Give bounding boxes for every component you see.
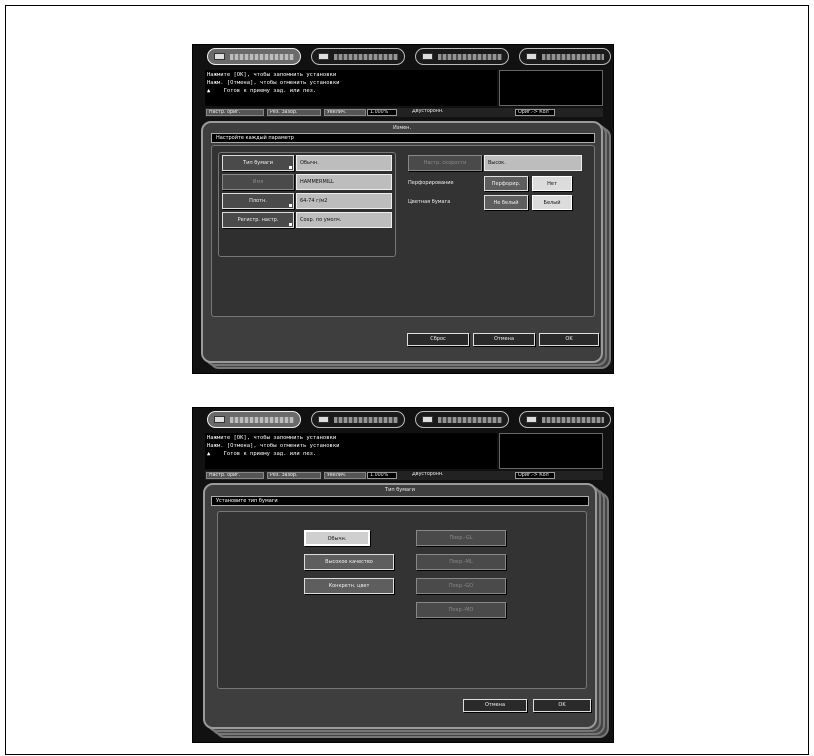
punch-value: Нет xyxy=(532,176,572,191)
message-area: Нажмите [OK], чтобы запомнить установки … xyxy=(205,70,497,106)
message-status-text: Готов к приему зад. или пез. xyxy=(223,451,317,457)
mode-tabs xyxy=(197,411,611,428)
tab-label xyxy=(438,54,502,60)
status-field: Двусторонн. xyxy=(412,472,444,477)
coated-ml-button[interactable]: Покр.-ML xyxy=(416,554,506,570)
warning-icon: ▲ xyxy=(207,451,211,457)
copy-icon xyxy=(214,416,225,423)
message-line: Нажм. [Отмена], чтобы отменить установки xyxy=(207,443,340,449)
copy-icon xyxy=(214,53,225,60)
machine-icon xyxy=(526,53,537,60)
zoom-readout: 1.000% xyxy=(367,109,397,116)
status-field: Увелич. xyxy=(324,472,366,479)
store-icon xyxy=(422,53,433,60)
name-button[interactable]: Имя xyxy=(222,174,294,190)
instruction-bar: Настройте каждый параметр xyxy=(211,133,595,143)
zoom-readout: 1.000% xyxy=(367,472,397,479)
high-quality-button[interactable]: Высокое качество xyxy=(304,554,394,570)
message-line: ▲ Готов к приему зад. или пез. xyxy=(207,87,495,95)
paper-type-selection-area: Обычн. Высокое качество Конкретн. цвет П… xyxy=(217,511,587,689)
page-frame: Нажмите [OK], чтобы запомнить установки … xyxy=(5,5,809,755)
status-field: Рез. Зазор. xyxy=(267,109,321,116)
ok-button[interactable]: OK xyxy=(533,699,591,712)
color-paper-label: Цветная бумага xyxy=(408,199,451,205)
tab-copy[interactable] xyxy=(207,411,301,428)
coated-mo-button[interactable]: Покр.-MO xyxy=(416,602,506,618)
tab-label xyxy=(230,417,294,423)
message-area: Нажмите [OK], чтобы запомнить установки … xyxy=(205,433,497,469)
tab-machine[interactable] xyxy=(519,48,611,65)
paper-type-button[interactable]: Тип бумаги xyxy=(222,155,294,171)
tab-scan[interactable] xyxy=(311,411,405,428)
status-field: Двусторонн. xyxy=(412,109,444,114)
cancel-button[interactable]: Отмена xyxy=(463,699,527,712)
tab-label xyxy=(334,417,398,423)
registration-value: Сохр. по умолч. xyxy=(296,212,392,228)
tab-store[interactable] xyxy=(415,48,509,65)
status-field: Рез. Зазор. xyxy=(267,472,321,479)
weight-value: 64-74 г/м2 xyxy=(296,193,392,209)
scan-icon xyxy=(318,416,329,423)
tab-label xyxy=(542,417,604,423)
mode-tabs xyxy=(197,48,611,65)
cancel-button[interactable]: Отмена xyxy=(473,333,535,346)
plain-paper-button[interactable]: Обычн. xyxy=(304,530,370,546)
tab-label xyxy=(438,417,502,423)
status-field: Увелич. xyxy=(324,109,366,116)
color-paper-value: Белый xyxy=(532,195,572,210)
tab-label xyxy=(542,54,604,60)
paper-type-card: Тип бумаги Установите тип бумаги Обычн. … xyxy=(203,483,597,729)
tab-store[interactable] xyxy=(415,411,509,428)
card-title: Измен. xyxy=(392,125,412,131)
paper-type-value: Обычн. xyxy=(296,155,392,171)
registration-button[interactable]: Регистр. настр. xyxy=(222,212,294,228)
control-panel-edit: Нажмите [OK], чтобы запомнить установки … xyxy=(192,44,614,374)
message-side-area xyxy=(499,433,603,469)
not-white-button[interactable]: Не белый xyxy=(484,195,528,210)
message-status-text: Готов к приему зад. или пез. xyxy=(223,88,317,94)
status-field: Настр. ориг. xyxy=(206,109,264,116)
specific-color-button[interactable]: Конкретн. цвет xyxy=(304,578,394,594)
machine-icon xyxy=(526,416,537,423)
settings-area: Тип бумаги Обычн. Имя HAMMERMILL Плотн. … xyxy=(211,145,595,317)
tab-machine[interactable] xyxy=(519,411,611,428)
status-field: Настр. ориг. xyxy=(206,472,264,479)
tab-label xyxy=(230,54,294,60)
control-panel-paper-type: Нажмите [OK], чтобы запомнить установки … xyxy=(192,407,614,743)
scan-icon xyxy=(318,53,329,60)
store-icon xyxy=(422,416,433,423)
status-field: Ориг.-> Кол xyxy=(515,109,555,116)
message-line: Нажмите [OK], чтобы запомнить установки xyxy=(207,435,337,441)
coated-gl-button[interactable]: Покр.-GL xyxy=(416,530,506,546)
punch-button[interactable]: Перфорир. xyxy=(484,176,528,191)
instruction-bar: Установите тип бумаги xyxy=(211,496,589,506)
message-line: ▲ Готов к приему зад. или пез. xyxy=(207,450,495,458)
message-line: Нажмите [OK], чтобы запомнить установки xyxy=(207,72,337,78)
card-title: Тип бумаги xyxy=(385,487,415,493)
punch-label: Перфорирование xyxy=(408,180,454,186)
edit-card: Измен. Настройте каждый параметр Тип бум… xyxy=(201,121,603,363)
speed-setting-value: Высок. xyxy=(484,155,582,171)
status-bar: Настр. ориг. Рез. Зазор. Увелич. 1.000% … xyxy=(205,108,603,117)
coated-go-button[interactable]: Покр.-GO xyxy=(416,578,506,594)
weight-button[interactable]: Плотн. xyxy=(222,193,294,209)
warning-icon: ▲ xyxy=(207,88,211,94)
status-bar: Настр. ориг. Рез. Зазор. Увелич. 1.000% … xyxy=(205,471,603,480)
message-side-area xyxy=(499,70,603,106)
name-value: HAMMERMILL xyxy=(296,174,392,190)
ok-button[interactable]: OK xyxy=(539,333,599,346)
tab-scan[interactable] xyxy=(311,48,405,65)
tab-label xyxy=(334,54,398,60)
tab-copy[interactable] xyxy=(207,48,301,65)
reset-button[interactable]: Сброс xyxy=(407,333,469,346)
status-field: Ориг.-> Кол xyxy=(515,472,555,479)
message-line: Нажм. [Отмена], чтобы отменить установки xyxy=(207,80,340,86)
speed-setting-button[interactable]: Настр. скорости xyxy=(408,155,482,171)
